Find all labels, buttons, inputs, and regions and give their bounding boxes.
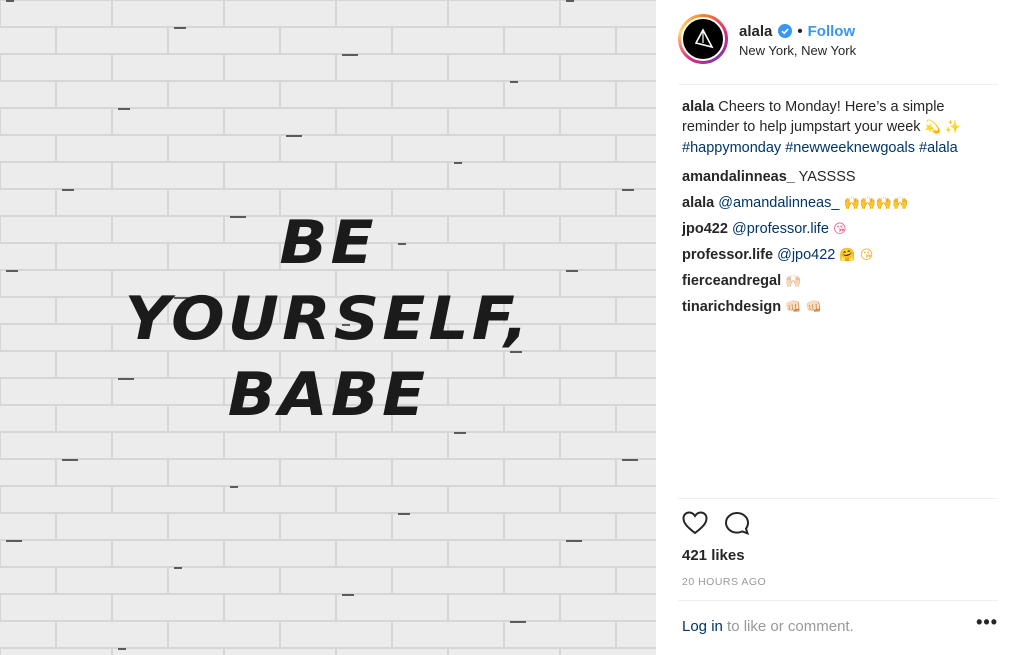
comment-username[interactable]: tinarichdesign bbox=[682, 299, 781, 315]
login-suffix-text: to like or comment. bbox=[722, 618, 854, 635]
alala-logo-icon bbox=[681, 17, 725, 61]
post-username[interactable]: alala bbox=[739, 23, 772, 40]
comment-bubble-icon[interactable] bbox=[724, 511, 750, 535]
caption-emoji: 💫 ✨ bbox=[924, 120, 962, 135]
comment-item: amandalinneas_ YASSSS bbox=[682, 164, 1002, 190]
comment-text: YASSSS bbox=[798, 169, 856, 185]
post-timestamp[interactable]: 20 HOURS AGO bbox=[682, 576, 766, 588]
separator-dot: • bbox=[797, 22, 803, 40]
footer-divider bbox=[678, 600, 998, 601]
header-divider bbox=[678, 84, 998, 85]
caption-username[interactable]: alala bbox=[682, 99, 714, 115]
comment-mention[interactable]: @professor.life bbox=[732, 221, 829, 237]
comment-mention[interactable]: @jpo422 bbox=[777, 247, 835, 263]
post-photo[interactable]: BE YOURSELF, BABE bbox=[0, 0, 656, 655]
follow-button[interactable]: Follow bbox=[808, 23, 856, 40]
comment-username[interactable]: fierceandregal bbox=[682, 273, 781, 289]
likes-count[interactable]: 421 likes bbox=[682, 547, 745, 564]
quote-line-3: BABE bbox=[227, 360, 429, 430]
comment-emoji: 🙌🙌🙌🙌 bbox=[843, 196, 909, 211]
actions-divider bbox=[678, 498, 998, 499]
comment-emoji: 👊🏻 👊🏻 bbox=[785, 300, 822, 315]
comment-username[interactable]: alala bbox=[682, 195, 714, 211]
post-header: alala • Follow New York, New York bbox=[656, 0, 1024, 84]
avatar[interactable] bbox=[678, 14, 728, 64]
comments-list: alala Cheers to Monday! Here’s a simple … bbox=[682, 97, 1002, 320]
hashtag-link[interactable]: #alala bbox=[919, 140, 958, 156]
comment-emoji: 🤗 😘 bbox=[839, 248, 874, 263]
comment-mention[interactable]: @amandalinneas_ bbox=[718, 195, 839, 211]
post-caption: alala Cheers to Monday! Here’s a simple … bbox=[682, 97, 1002, 158]
verified-badge-icon bbox=[778, 24, 793, 38]
login-prompt: Log in to like or comment. bbox=[682, 618, 854, 635]
comment-item: tinarichdesign 👊🏻 👊🏻 bbox=[682, 294, 1002, 320]
comment-emoji: 😘 bbox=[832, 222, 847, 237]
caption-text: Cheers to Monday! Here’s a simple remind… bbox=[682, 99, 945, 135]
comment-item: professor.life @jpo422 🤗 😘 bbox=[682, 242, 1002, 268]
post-side-panel: alala • Follow New York, New York alala … bbox=[656, 0, 1024, 655]
username-row: alala • Follow bbox=[739, 21, 855, 41]
more-options-icon[interactable]: ••• bbox=[976, 612, 998, 633]
photo-quote: BE YOURSELF, BABE bbox=[0, 205, 656, 433]
comment-item: fierceandregal 🙌🏻 bbox=[682, 268, 1002, 294]
comment-username[interactable]: professor.life bbox=[682, 247, 773, 263]
comment-emoji: 🙌🏻 bbox=[785, 274, 802, 289]
heart-icon[interactable] bbox=[682, 511, 708, 535]
post-actions bbox=[682, 511, 750, 535]
quote-line-2: YOURSELF, bbox=[124, 284, 532, 354]
comment-username[interactable]: jpo422 bbox=[682, 221, 728, 237]
quote-line-1: BE bbox=[279, 208, 377, 278]
post-location[interactable]: New York, New York bbox=[739, 43, 856, 58]
comment-username[interactable]: amandalinneas_ bbox=[682, 169, 795, 185]
comment-item: alala @amandalinneas_ 🙌🙌🙌🙌 bbox=[682, 190, 1002, 216]
hashtag-link[interactable]: #newweeknewgoals bbox=[785, 140, 915, 156]
login-link[interactable]: Log in bbox=[682, 618, 723, 635]
hashtag-link[interactable]: #happymonday bbox=[682, 140, 781, 156]
comment-item: jpo422 @professor.life 😘 bbox=[682, 216, 1002, 242]
